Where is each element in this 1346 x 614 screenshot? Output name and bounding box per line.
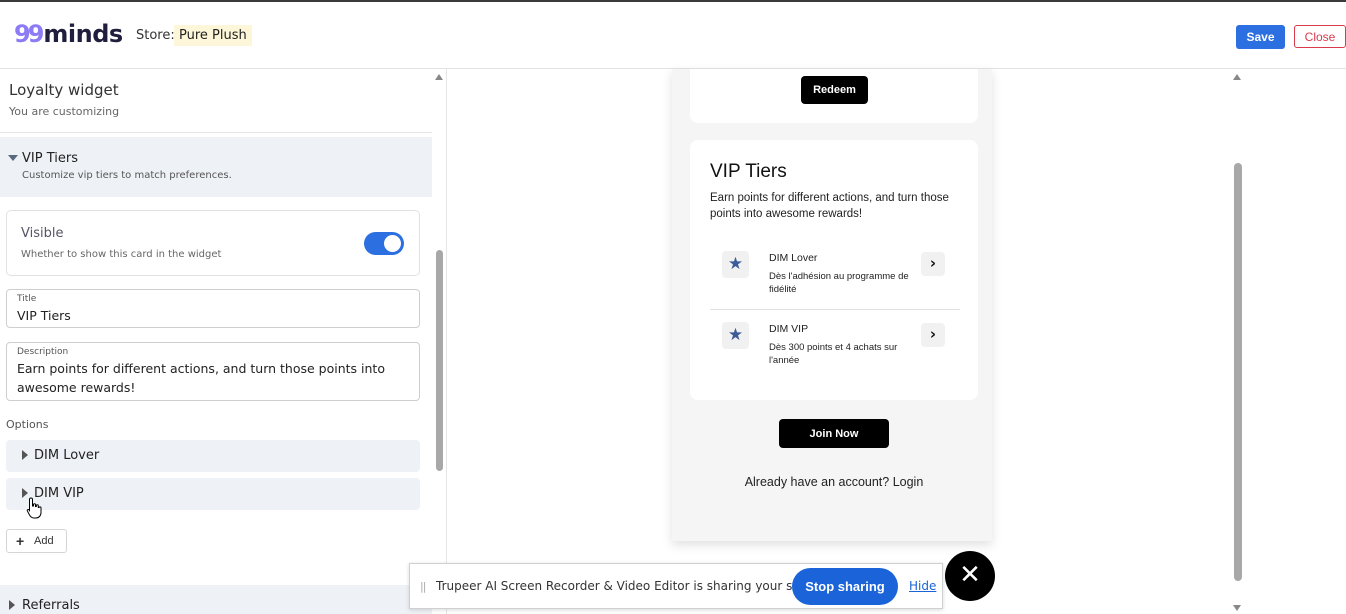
drag-handle-icon[interactable]: || [420,580,427,593]
hand-cursor-icon [26,497,42,519]
top-bar: 99 minds Store: Pure Plush Save Close [0,0,1346,69]
hide-link[interactable]: Hide [909,579,936,593]
share-message: Trupeer AI Screen Recorder & Video Edito… [436,579,830,593]
options-label: Options [6,418,49,431]
chevron-right-icon[interactable]: › [921,252,945,276]
referrals-label[interactable]: Referrals [22,598,80,613]
title-field[interactable]: Title VIP Tiers [6,289,420,328]
widget-preview: Redeem VIP Tiers Earn points for differe… [448,69,1232,614]
login-prompt[interactable]: Already have an account? Login [672,475,996,489]
tier-item[interactable]: ★ DIM VIP Dès 300 points et 4 achats sur… [710,322,960,382]
screen-share-bar: || Trupeer AI Screen Recorder & Video Ed… [409,563,943,609]
option-row-dim-lover[interactable]: DIM Lover [6,440,420,472]
tier-item[interactable]: ★ DIM Lover Dès l'adhésion au programme … [710,251,960,311]
stop-sharing-button[interactable]: Stop sharing [792,568,898,605]
visible-subtitle: Whether to show this card in the widget [21,249,222,260]
visible-toggle[interactable] [364,232,404,255]
tier-description: Dès 300 points et 4 achats sur l'année [769,342,898,366]
section-subtitle: Customize vip tiers to match preferences… [22,170,232,181]
left-scrollbar-thumb[interactable] [436,250,443,471]
scroll-up-arrow-icon[interactable] [435,74,443,80]
save-button[interactable]: Save [1236,25,1285,49]
section-title[interactable]: VIP Tiers [22,151,78,166]
description-field[interactable]: Description Earn points for different ac… [6,342,420,401]
title-field-label: Title [17,294,37,304]
visible-setting-card: Visible Whether to show this card in the… [6,210,420,276]
logo: 99 minds [14,20,123,48]
referrals-section-header[interactable]: Referrals [0,585,432,614]
plus-icon: + [16,533,25,549]
close-icon[interactable]: ✕ [945,551,995,601]
loyalty-widget: Redeem VIP Tiers Earn points for differe… [672,69,992,541]
description-line-1[interactable]: Earn points for different actions, and t… [17,359,385,378]
caret-right-icon[interactable] [22,450,28,460]
panel-title: Loyalty widget [9,81,119,99]
caret-down-icon[interactable] [8,155,18,161]
join-now-button[interactable]: Join Now [779,419,889,448]
redeem-button[interactable]: Redeem [801,76,868,104]
caret-right-icon[interactable] [9,600,15,610]
vip-tiers-card: VIP Tiers Earn points for different acti… [690,140,978,400]
description-line-2[interactable]: awesome rewards! [17,378,135,397]
add-button-label: Add [34,535,54,547]
store-label: Store: [136,28,175,43]
vip-tiers-section-header[interactable] [0,137,432,197]
divider [0,132,432,133]
logo-text: minds [43,20,123,48]
scroll-down-arrow-icon[interactable] [1233,605,1241,611]
option-row-dim-vip[interactable]: DIM VIP [6,478,420,510]
description-field-label: Description [17,347,69,357]
vip-card-description: Earn points for different actions, and t… [710,192,949,220]
vip-card-title: VIP Tiers [710,161,787,182]
star-icon: ★ [722,251,749,278]
scroll-up-arrow-icon[interactable] [1233,74,1241,80]
right-scrollbar-thumb[interactable] [1234,163,1242,581]
tier-name: DIM Lover [769,252,818,264]
close-button[interactable]: Close [1294,25,1346,48]
title-field-value[interactable]: VIP Tiers [17,306,71,325]
star-icon: ★ [722,322,749,349]
option-label[interactable]: DIM Lover [34,448,99,463]
store-name: Pure Plush [174,25,252,46]
add-option-button[interactable]: + Add [6,529,67,553]
settings-panel: Loyalty widget You are customizing VIP T… [0,69,447,614]
panel-subtitle: You are customizing [9,105,120,118]
visible-title: Visible [21,226,64,241]
toggle-knob [384,235,401,252]
chevron-right-icon[interactable]: › [921,323,945,347]
logo-mark: 99 [14,20,44,48]
redeem-card: Redeem [690,69,978,123]
tier-name: DIM VIP [769,323,809,335]
tier-description: Dès l'adhésion au programme de fidélité [769,271,909,295]
divider [710,309,960,310]
